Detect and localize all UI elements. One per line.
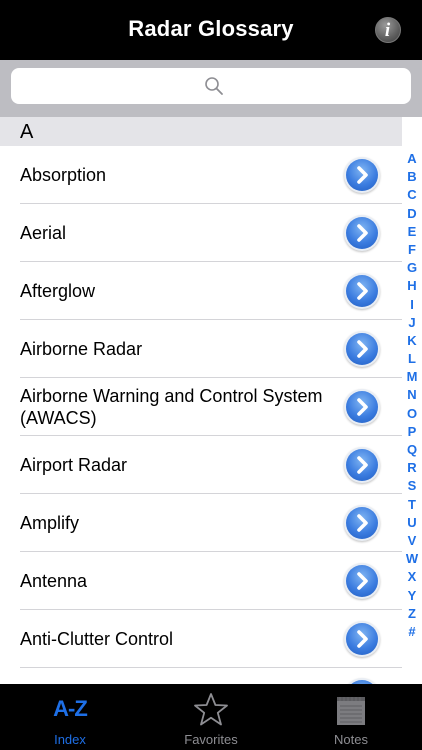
index-letter[interactable]: Z (402, 605, 422, 623)
disclosure-button[interactable] (346, 449, 378, 481)
index-letter[interactable]: R (402, 459, 422, 477)
index-letter[interactable]: E (402, 223, 422, 241)
list-item-label: Absorption (20, 165, 107, 185)
list-item[interactable]: Afterglow (0, 262, 402, 320)
az-index-icon: A-Z (53, 696, 88, 721)
index-letter[interactable]: W (402, 550, 422, 568)
chevron-right-icon (357, 572, 368, 590)
list-item[interactable]: Airport Radar (0, 436, 402, 494)
list-item[interactable]: Anti-Clutter Control (0, 610, 402, 668)
glossary-list: Absorption Aerial Afterglow Airborne Rad… (0, 146, 402, 668)
chevron-right-icon (357, 630, 368, 648)
disclosure-button[interactable] (346, 275, 378, 307)
index-letter[interactable]: K (402, 332, 422, 350)
index-letter[interactable]: S (402, 477, 422, 495)
index-letter[interactable]: F (402, 241, 422, 259)
notepad-icon (337, 697, 365, 725)
section-index[interactable]: A B C D E F G H I J K L M N O P Q R S T … (402, 150, 422, 641)
index-letter[interactable]: I (402, 296, 422, 314)
index-letter[interactable]: O (402, 405, 422, 423)
list-item-label: Antenna (20, 571, 88, 591)
chevron-right-icon (357, 224, 368, 242)
disclosure-button[interactable] (346, 217, 378, 249)
index-letter[interactable]: B (402, 168, 422, 186)
index-letter[interactable]: D (402, 205, 422, 223)
chevron-right-icon (357, 340, 368, 358)
index-letter[interactable]: P (402, 423, 422, 441)
disclosure-button[interactable] (346, 507, 378, 539)
list-item-label: Airborne Radar (20, 339, 143, 359)
list-item[interactable]: Airborne Warning and Control System (AWA… (0, 378, 402, 436)
tab-label: Index (54, 732, 86, 747)
search-bar (0, 60, 422, 117)
index-letter[interactable]: X (402, 568, 422, 586)
index-letter[interactable]: L (402, 350, 422, 368)
index-letter[interactable]: Y (402, 587, 422, 605)
list-item[interactable]: Amplify (0, 494, 402, 552)
index-letter[interactable]: C (402, 186, 422, 204)
tab-label: Notes (334, 732, 368, 747)
index-letter[interactable]: T (402, 496, 422, 514)
info-button[interactable]: i (375, 17, 401, 43)
tab-favorites[interactable]: Favorites (141, 684, 281, 750)
tab-index[interactable]: A-Z Index (0, 684, 140, 750)
tab-bar: A-Z Index Favorites Notes (0, 684, 422, 750)
section-header: A (0, 117, 402, 146)
list-item[interactable]: Airborne Radar (0, 320, 402, 378)
tab-notes[interactable]: Notes (281, 684, 421, 750)
search-icon (205, 77, 223, 95)
list-item-label: Afterglow (20, 281, 96, 301)
list-item-label: Amplify (20, 513, 80, 533)
disclosure-button[interactable] (346, 333, 378, 365)
page-title: Radar Glossary (128, 16, 294, 41)
chevron-right-icon (357, 514, 368, 532)
chevron-right-icon (357, 398, 368, 416)
list-item-label: Aerial (20, 223, 67, 243)
list-item-label: Airport Radar (20, 455, 128, 475)
index-letter[interactable]: U (402, 514, 422, 532)
section-letter: A (20, 121, 34, 143)
list-item-label: Airborne Warning and Control System (AWA… (20, 386, 323, 428)
index-letter[interactable]: Q (402, 441, 422, 459)
list-item-partial[interactable] (0, 668, 402, 684)
index-letter[interactable]: H (402, 277, 422, 295)
info-icon: i (384, 19, 391, 41)
disclosure-button[interactable] (346, 623, 378, 655)
chevron-right-icon (357, 166, 368, 184)
disclosure-button[interactable] (346, 391, 378, 423)
tab-label: Favorites (184, 732, 238, 747)
disclosure-button[interactable] (346, 159, 378, 191)
disclosure-button[interactable] (346, 565, 378, 597)
star-icon (194, 693, 228, 726)
index-letter[interactable]: M (402, 368, 422, 386)
index-letter[interactable]: J (402, 314, 422, 332)
list-item[interactable]: Absorption (0, 146, 402, 204)
index-letter[interactable]: A (402, 150, 422, 168)
list-item[interactable]: Antenna (0, 552, 402, 610)
index-letter[interactable]: V (402, 532, 422, 550)
list-item-label: Anti-Clutter Control (20, 629, 174, 649)
index-letter[interactable]: N (402, 386, 422, 404)
index-letter[interactable]: G (402, 259, 422, 277)
search-input[interactable] (11, 68, 411, 104)
navigation-bar: Radar Glossary i (0, 0, 422, 60)
index-letter[interactable]: # (402, 623, 422, 641)
chevron-right-icon (357, 456, 368, 474)
list-item[interactable]: Aerial (0, 204, 402, 262)
chevron-right-icon (357, 282, 368, 300)
